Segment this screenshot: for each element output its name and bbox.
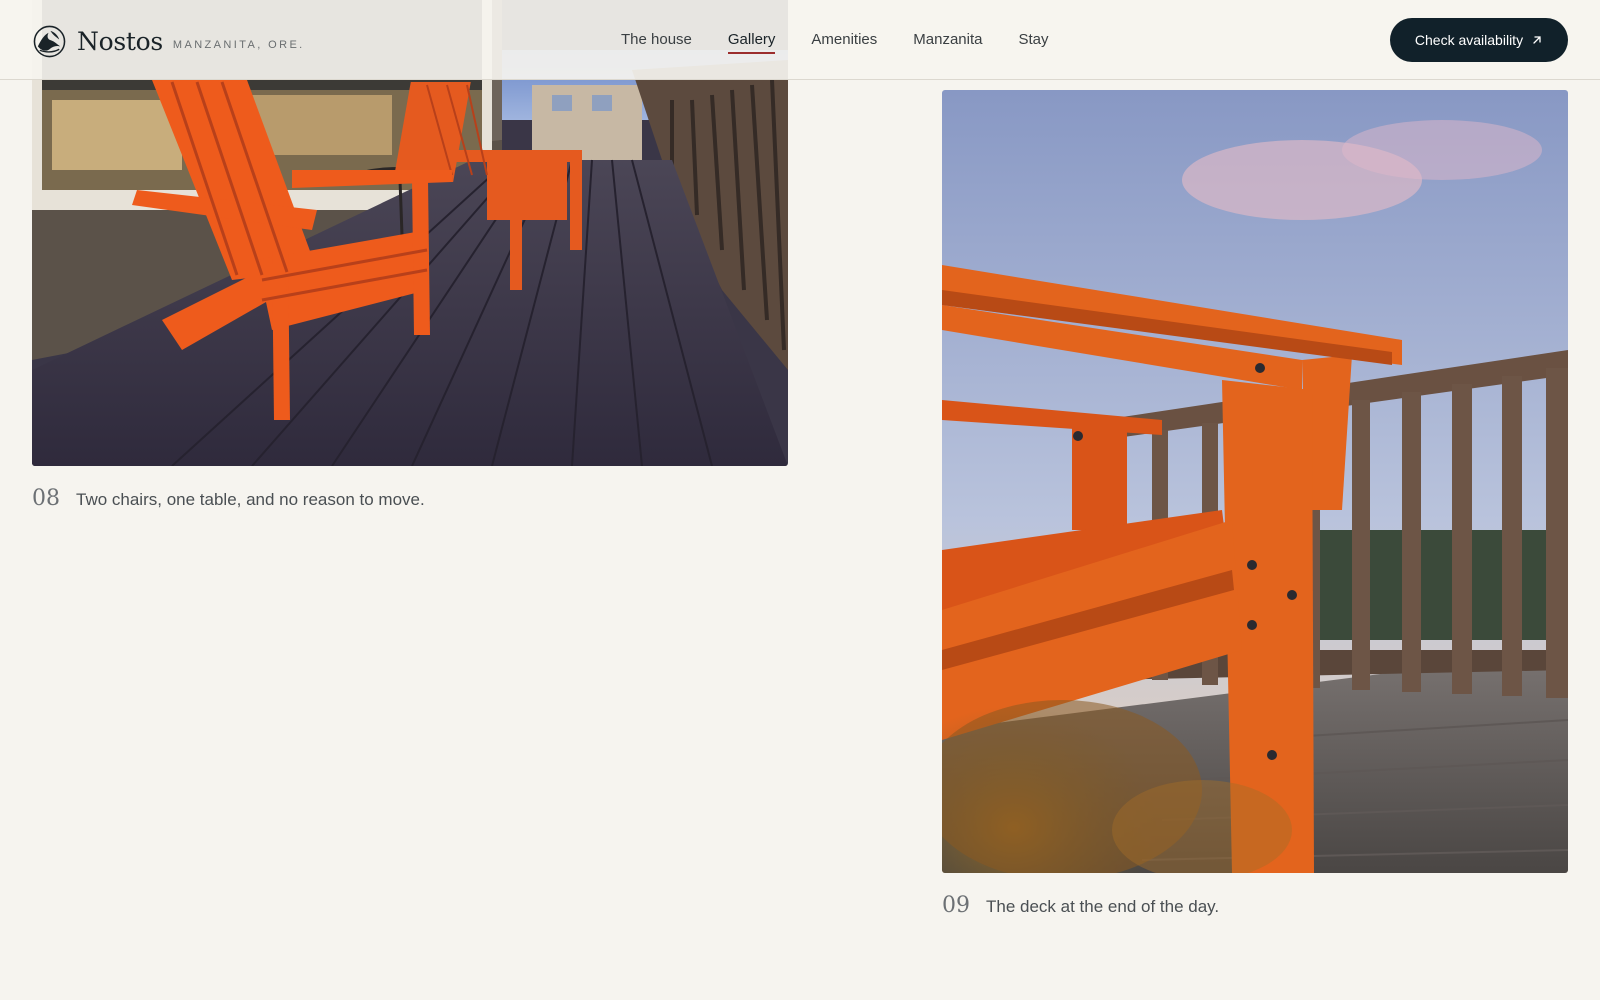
nav-link-the-house[interactable]: The house (621, 30, 692, 54)
nav-link-gallery[interactable]: Gallery (727, 30, 776, 54)
nav-link-stay[interactable]: Stay (1018, 30, 1048, 54)
gallery-photo-09[interactable] (942, 90, 1568, 873)
caption-number: 08 (32, 486, 60, 511)
check-availability-button[interactable]: Check availability (1390, 18, 1568, 62)
caption-text: Two chairs, one table, and no reason to … (76, 490, 425, 509)
main-nav: The house Gallery Amenities Manzanita St… (621, 30, 1049, 54)
wave-mountain-logo-icon (33, 25, 66, 57)
site-header: Nostos MANZANITA, ORE. The house Gallery… (0, 0, 1600, 80)
brand-location: MANZANITA, ORE. (172, 39, 305, 51)
brand-name: Nostos (77, 26, 163, 56)
nav-link-amenities[interactable]: Amenities (811, 30, 877, 54)
gallery-caption-08: 08 Two chairs, one table, and no reason … (32, 486, 425, 511)
check-availability-label: Check availability (1414, 32, 1524, 48)
nav-link-manzanita[interactable]: Manzanita (913, 30, 982, 54)
caption-text: The deck at the end of the day. (986, 897, 1220, 916)
gallery-caption-09: 09 The deck at the end of the day. (942, 893, 1219, 918)
deck-chair-arm-image (942, 90, 1568, 873)
caption-number: 09 (942, 893, 970, 918)
arrow-up-right-icon (1533, 36, 1541, 44)
brand[interactable]: Nostos MANZANITA, ORE. (33, 23, 305, 59)
